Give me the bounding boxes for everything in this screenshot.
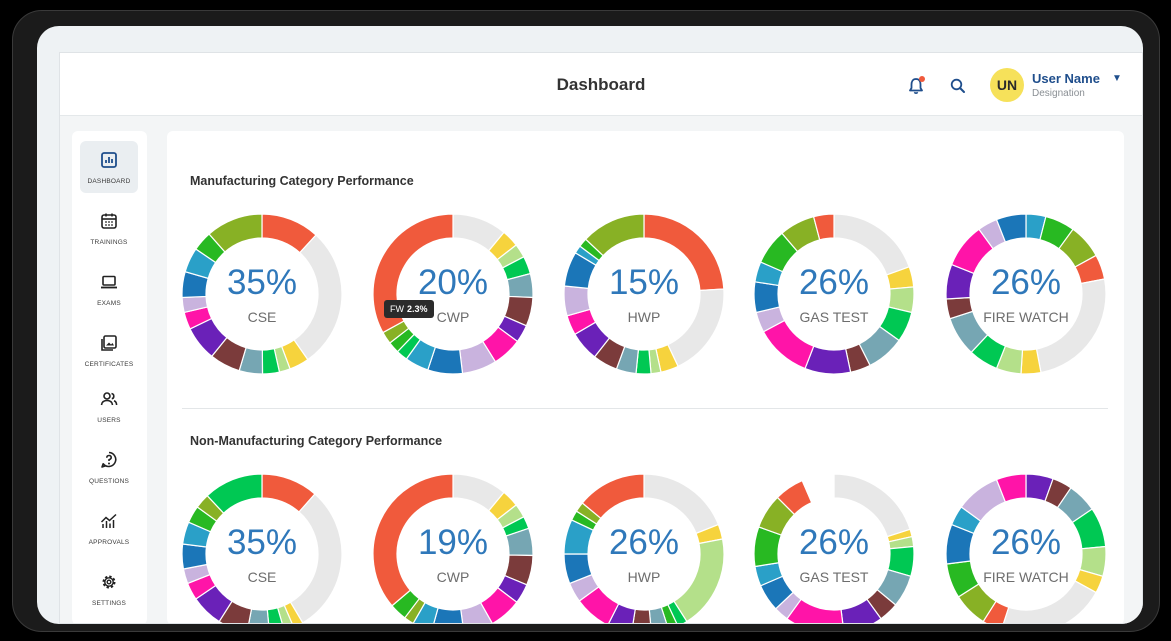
chart-label: CSE — [247, 309, 277, 325]
sidebar-item-certificates[interactable]: CERTIFICATES — [80, 324, 138, 376]
chart-percentage: 26% — [798, 523, 870, 562]
sidebar-item-label: TRAININGS — [90, 239, 128, 246]
section-title-manufacturing: Manufacturing Category Performance — [190, 174, 414, 188]
avatar[interactable]: UN — [990, 68, 1024, 102]
sidebar: DASHBOARD TRAININGS EXAMS CERTIFICATES U… — [72, 131, 147, 623]
donut-chart[interactable]: 26% FIRE WATCH — [945, 473, 1107, 624]
sidebar-item-label: EXAMS — [97, 300, 121, 307]
sidebar-item-label: QUESTIONS — [88, 478, 130, 485]
chart-percentage: 26% — [990, 263, 1062, 302]
donut-chart[interactable]: 35% CSE — [181, 473, 343, 623]
section-divider — [182, 408, 1108, 409]
chart-label: HWP — [627, 309, 661, 325]
sidebar-item-label: APPROVALS — [88, 539, 130, 546]
main-content: Manufacturing Category Performance 35% C… — [167, 131, 1124, 624]
chart-label: FIRE WATCH — [983, 309, 1069, 325]
bell-icon[interactable] — [906, 76, 926, 96]
donut-segment[interactable] — [1001, 580, 1097, 624]
app-window: Dashboard UN User Name Designation ▼ DAS… — [59, 52, 1143, 624]
section-title-non-manufacturing: Non-Manufacturing Category Performance — [190, 434, 443, 448]
chart-percentage: 35% — [226, 523, 298, 562]
image-gallery-icon — [101, 335, 117, 351]
chart-percentage: 35% — [226, 263, 298, 302]
user-designation: Designation — [1032, 88, 1085, 99]
chart-percentage: 19% — [417, 523, 489, 562]
chart-label: FIRE WATCH — [983, 569, 1069, 585]
chart-label: GAS TEST — [799, 569, 869, 585]
chart-percentage: 26% — [608, 523, 680, 562]
chart-label: CWP — [436, 569, 470, 585]
sidebar-item-questions[interactable]: QUESTIONS — [80, 441, 138, 493]
search-icon[interactable] — [949, 77, 967, 95]
bar-chart-icon — [101, 152, 117, 168]
sidebar-item-label: CERTIFICATES — [84, 361, 134, 368]
sidebar-item-label: USERS — [97, 417, 121, 424]
device-frame: Dashboard UN User Name Designation ▼ DAS… — [12, 10, 1160, 632]
top-header: Dashboard UN User Name Designation ▼ — [60, 53, 1142, 116]
chart-percentage: 20% — [417, 263, 489, 302]
chevron-down-icon[interactable]: ▼ — [1112, 73, 1122, 84]
chart-label: HWP — [627, 569, 661, 585]
sidebar-item-settings[interactable]: SETTINGS — [80, 563, 138, 615]
donut-chart[interactable]: 26% GAS TEST — [753, 473, 915, 623]
sidebar-item-trainings[interactable]: TRAININGS — [80, 202, 138, 254]
sidebar-item-users[interactable]: USERS — [80, 380, 138, 432]
trend-chart-icon — [100, 513, 117, 528]
donut-chart[interactable]: 26% GAS TEST — [753, 213, 915, 375]
tooltip-label: FW — [390, 304, 404, 314]
laptop-icon — [101, 275, 117, 289]
donut-chart[interactable]: 20% CWP — [372, 213, 534, 375]
donut-chart[interactable]: 15% HWP — [563, 213, 725, 375]
donut-chart[interactable]: 19% CWP — [372, 473, 534, 623]
chart-percentage: 26% — [798, 263, 870, 302]
gear-icon — [102, 575, 116, 589]
chart-percentage: 15% — [608, 263, 680, 302]
donut-chart[interactable]: 35% CSE — [181, 213, 343, 375]
calendar-icon — [101, 213, 117, 229]
donut-chart[interactable]: 26% FIRE WATCH — [945, 213, 1107, 375]
screen: Dashboard UN User Name Designation ▼ DAS… — [37, 26, 1143, 624]
notification-dot — [919, 76, 925, 82]
chart-label: GAS TEST — [799, 309, 869, 325]
users-icon — [100, 392, 118, 406]
tooltip-value: 2.3% — [407, 304, 428, 314]
sidebar-item-exams[interactable]: EXAMS — [80, 263, 138, 315]
page-title: Dashboard — [556, 75, 646, 94]
chart-percentage: 26% — [990, 523, 1062, 562]
donut-chart[interactable]: 26% HWP — [563, 473, 725, 623]
sidebar-item-label: SETTINGS — [91, 600, 127, 607]
sidebar-item-dashboard[interactable]: DASHBOARD — [80, 141, 138, 193]
question-icon — [101, 451, 117, 468]
user-name[interactable]: User Name — [1032, 71, 1100, 86]
chart-label: CSE — [247, 569, 277, 585]
sidebar-item-approvals[interactable]: APPROVALS — [80, 502, 138, 554]
chart-tooltip: FW 2.3% — [384, 300, 434, 318]
sidebar-item-label: DASHBOARD — [87, 178, 131, 185]
